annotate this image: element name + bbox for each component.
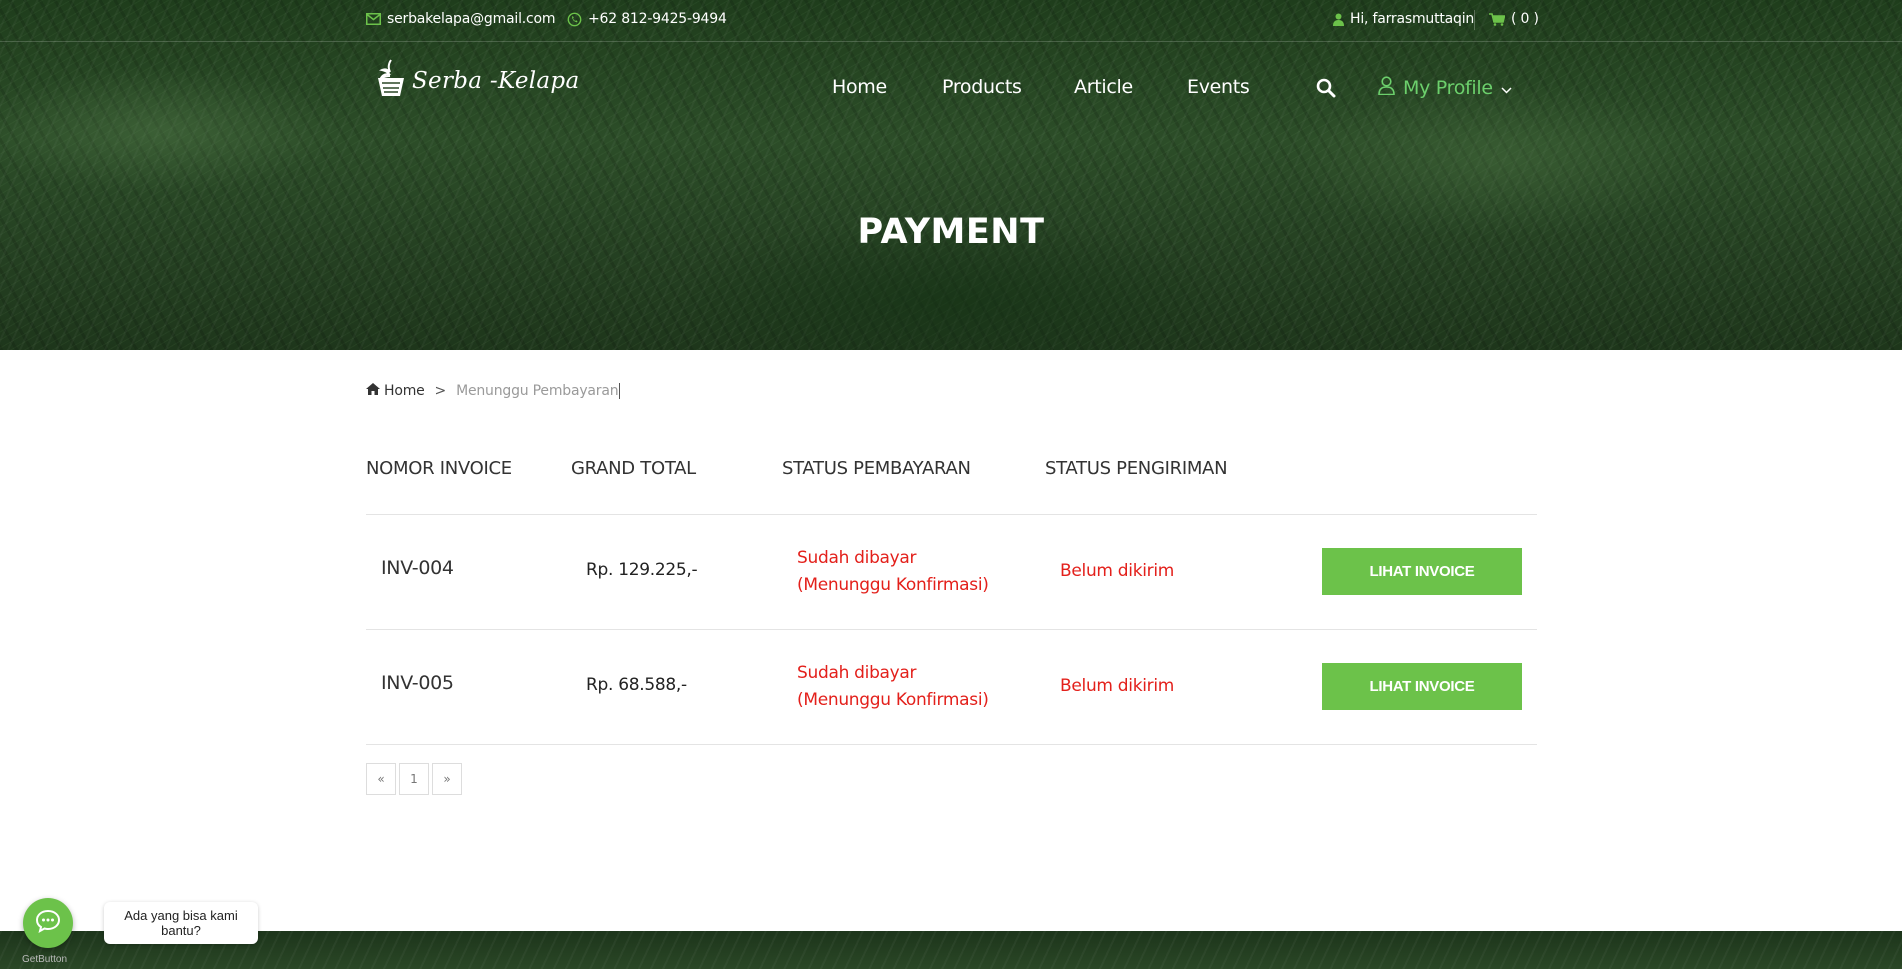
- breadcrumb-current: Menunggu Pembayaran: [456, 383, 621, 399]
- search-button[interactable]: [1316, 78, 1336, 102]
- invoice-number: INV-005: [381, 672, 454, 694]
- home-icon: [366, 383, 380, 399]
- grand-total: Rp. 129.225,-: [586, 560, 698, 580]
- top-bar: serbakelapa@gmail.com +62 812-9425-9494 …: [0, 0, 1902, 42]
- getbutton-brand[interactable]: GetButton: [22, 954, 67, 965]
- table-divider: [366, 514, 1537, 515]
- invoice-number: INV-004: [381, 557, 454, 579]
- user-icon: [1333, 13, 1344, 26]
- chevron-down-icon: [1501, 77, 1512, 99]
- footer-background: [0, 931, 1902, 969]
- payment-status: Sudah dibayar (Menunggu Konfirmasi): [797, 660, 989, 714]
- cart-icon: [1489, 12, 1505, 26]
- page-title: PAYMENT: [857, 212, 1045, 252]
- whatsapp-icon: [567, 12, 582, 27]
- shipping-status: Belum dikirim: [1060, 676, 1175, 696]
- cart-count: ( 0 ): [1511, 11, 1539, 27]
- brand-name: Serba -Kelapa: [412, 68, 580, 94]
- brand-logo[interactable]: Serba -Kelapa: [374, 58, 579, 104]
- pagination: « 1 »: [366, 763, 462, 795]
- pagination-page[interactable]: 1: [399, 763, 429, 795]
- contact-email-text: serbakelapa@gmail.com: [387, 11, 556, 27]
- user-greeting[interactable]: Hi, farrasmuttaqin: [1333, 11, 1474, 27]
- nav-article[interactable]: Article: [1074, 76, 1133, 98]
- my-profile-menu[interactable]: My Profile: [1378, 76, 1512, 100]
- breadcrumb-home[interactable]: Home: [366, 383, 425, 399]
- breadcrumb-home-label: Home: [384, 383, 425, 399]
- contact-phone[interactable]: +62 812-9425-9494: [567, 11, 727, 27]
- contact-email[interactable]: serbakelapa@gmail.com: [366, 11, 556, 27]
- lihat-invoice-button[interactable]: LIHAT INVOICE: [1322, 548, 1522, 595]
- my-profile-label: My Profile: [1403, 77, 1493, 99]
- search-icon: [1316, 78, 1336, 102]
- pagination-next[interactable]: »: [432, 763, 462, 795]
- lihat-invoice-button[interactable]: LIHAT INVOICE: [1322, 663, 1522, 710]
- payment-status: Sudah dibayar (Menunggu Konfirmasi): [797, 545, 989, 599]
- contact-phone-text: +62 812-9425-9494: [588, 11, 727, 27]
- table-divider: [366, 629, 1537, 630]
- payment-status-line2: (Menunggu Konfirmasi): [797, 690, 989, 710]
- header-grand-total: GRAND TOTAL: [571, 458, 696, 479]
- breadcrumb-separator: >: [434, 383, 447, 399]
- nav-home[interactable]: Home: [832, 76, 887, 98]
- chat-widget-button[interactable]: [23, 898, 73, 948]
- nav-events[interactable]: Events: [1187, 76, 1250, 98]
- chat-icon: [35, 909, 61, 937]
- cart-link[interactable]: ( 0 ): [1489, 11, 1539, 27]
- coconut-basket-icon: [374, 58, 408, 104]
- grand-total: Rp. 68.588,-: [586, 675, 687, 695]
- pagination-prev[interactable]: «: [366, 763, 396, 795]
- breadcrumb: Home > Menunggu Pembayaran: [366, 383, 621, 399]
- nav-products[interactable]: Products: [942, 76, 1022, 98]
- user-greeting-text: Hi, farrasmuttaqin: [1350, 11, 1475, 27]
- payment-status-line1: Sudah dibayar: [797, 663, 917, 683]
- payment-status-line1: Sudah dibayar: [797, 548, 917, 568]
- header-status-pengiriman: STATUS PENGIRIMAN: [1045, 458, 1228, 479]
- chat-widget-bubble[interactable]: Ada yang bisa kami bantu?: [104, 902, 258, 944]
- topbar-divider: [1474, 10, 1475, 30]
- header-nomor-invoice: NOMOR INVOICE: [366, 458, 512, 479]
- hero-banner: serbakelapa@gmail.com +62 812-9425-9494 …: [0, 0, 1902, 350]
- table-divider: [366, 744, 1537, 745]
- envelope-icon: [366, 13, 381, 25]
- payment-status-line2: (Menunggu Konfirmasi): [797, 575, 989, 595]
- user-outline-icon: [1378, 76, 1395, 100]
- shipping-status: Belum dikirim: [1060, 561, 1175, 581]
- header-status-pembayaran: STATUS PEMBAYARAN: [782, 458, 971, 479]
